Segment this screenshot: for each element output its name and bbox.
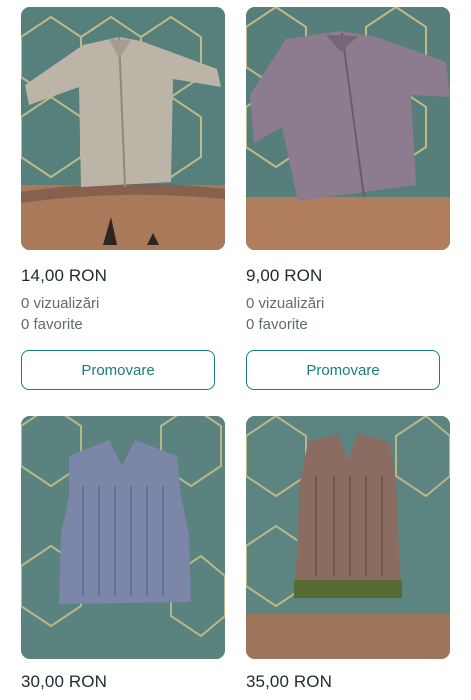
listing-price: 35,00 RON [246,672,332,691]
listing-card[interactable]: 9,00 RON 0 vizualizări 0 favorite Promov… [246,7,450,390]
listing-views: 0 vizualizări [21,295,100,312]
listing-price: 30,00 RON [21,672,107,691]
listing-favorites: 0 favorite [246,316,308,333]
promote-button[interactable]: Promovare [246,350,440,390]
listing-photo-shirt[interactable] [21,7,225,250]
promote-button[interactable]: Promovare [21,350,215,390]
listing-favorites: 0 favorite [21,316,83,333]
listing-photo-shirt[interactable] [246,7,450,250]
listing-card[interactable]: 35,00 RON [246,416,450,692]
listing-price: 9,00 RON [246,266,323,285]
listing-price: 14,00 RON [21,266,107,285]
listing-card[interactable]: 14,00 RON 0 vizualizări 0 favorite Promo… [21,7,225,390]
listing-card[interactable]: 30,00 RON [21,416,225,692]
listings-grid: 14,00 RON 0 vizualizări 0 favorite Promo… [0,0,471,700]
listing-photo-vest[interactable] [21,416,225,659]
listing-views: 0 vizualizări [246,295,325,312]
listing-photo-vest[interactable] [246,416,450,659]
